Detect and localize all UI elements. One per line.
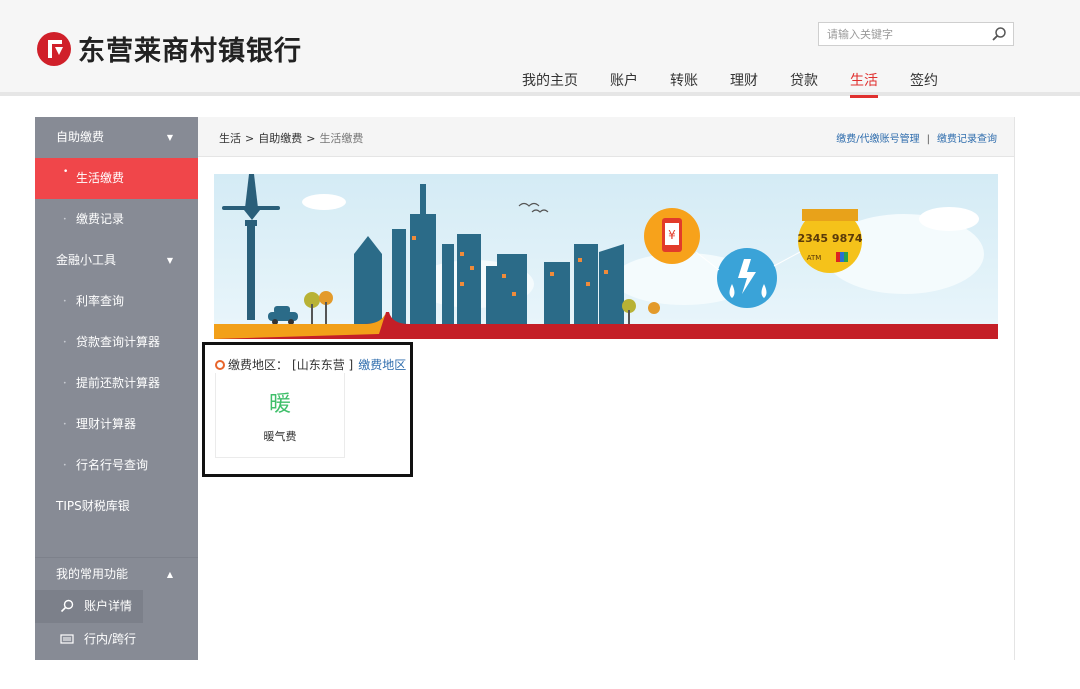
caret-down-icon: ▼ xyxy=(166,133,173,142)
heating-fee-label: 暖气费 xyxy=(263,430,297,443)
bank-logo[interactable]: 东营莱商村镇银行 xyxy=(36,29,302,68)
region-label: 缴费地区： xyxy=(228,358,289,372)
caret-up-icon: ▲ xyxy=(166,570,173,579)
sidebar-link-label: 行内/跨行转账 xyxy=(84,632,137,679)
nav-home[interactable]: 我的主页 xyxy=(506,62,594,98)
sidebar-item-payment-records[interactable]: 缴费记录 xyxy=(35,199,198,240)
link-divider: | xyxy=(926,134,930,145)
search-input[interactable] xyxy=(819,23,985,46)
top-links: 缴费/代缴账号管理 | 缴费记录查询 xyxy=(836,130,997,145)
nav-contract[interactable]: 签约 xyxy=(894,62,954,98)
bank-name: 东营莱商村镇银行 xyxy=(78,36,302,67)
sidebar-group-self-payment[interactable]: 自助缴费 ▼ xyxy=(35,117,198,158)
heating-icon: 暖 xyxy=(268,392,291,417)
link-account-management[interactable]: 缴费/代缴账号管理 xyxy=(836,134,919,145)
change-region-link[interactable]: 缴费地区 xyxy=(358,356,406,373)
nav-transfer[interactable]: 转账 xyxy=(654,62,714,98)
sidebar-item-rate-query[interactable]: 利率查询 xyxy=(35,281,198,322)
phone-payment-icon: ¥ xyxy=(644,208,700,264)
airplane-icon xyxy=(222,174,280,220)
sidebar-common-title: 我的常用功能 xyxy=(56,567,129,581)
banner-counter-digits: 2345 9874 xyxy=(797,232,862,245)
life-banner: ¥ 2345 9874 ATM xyxy=(214,174,998,339)
link-record-query[interactable]: 缴费记录查询 xyxy=(937,134,997,145)
breadcrumb-item[interactable]: 生活 xyxy=(219,132,241,145)
svg-text:¥: ¥ xyxy=(668,228,676,242)
payment-region: 缴费地区： [山东东营 ] 缴费地区 xyxy=(215,356,406,373)
search-icon[interactable] xyxy=(991,26,1007,42)
sidebar-item-wealth-calculator[interactable]: 理财计算器 xyxy=(35,404,198,445)
car-icon xyxy=(268,306,298,325)
banner-atm-label: ATM xyxy=(807,254,822,262)
bank-logo-icon xyxy=(37,31,71,66)
header: 东营莱商村镇银行 我的主页 账户 转账 理财 贷款 生活 签约 xyxy=(0,0,1080,98)
nav-account[interactable]: 账户 xyxy=(594,62,654,98)
breadcrumb-current: 生活缴费 xyxy=(319,132,364,145)
sidebar-group-tools[interactable]: 金融小工具 ▼ xyxy=(35,240,198,281)
utilities-icon xyxy=(717,248,777,308)
sidebar-item-tips[interactable]: TIPS财税库银 xyxy=(35,486,198,527)
nav-life[interactable]: 生活 xyxy=(834,62,894,98)
sidebar-group-label: 自助缴费 xyxy=(56,130,105,144)
city-illustration: ¥ 2345 9874 ATM xyxy=(214,174,998,339)
sidebar-link-transfer[interactable]: 行内/跨行转账 xyxy=(35,623,143,679)
sidebar-link-account-details[interactable]: 账户详情 xyxy=(35,590,143,623)
heating-fee-card[interactable]: 暖 暖气费 xyxy=(215,373,345,458)
sidebar-item-loan-calculator[interactable]: 贷款查询计算器 xyxy=(35,322,198,363)
search-box xyxy=(818,22,1014,46)
sidebar-group-label: 金融小工具 xyxy=(56,253,117,267)
sidebar: 自助缴费 ▼ 生活缴费 缴费记录 金融小工具 ▼ 利率查询 贷款查询计算器 提前… xyxy=(35,117,198,679)
main-content: 生活 > 自助缴费 > 生活缴费 缴费/代缴账号管理 | 缴费记录查询 ¥ 23… xyxy=(198,117,1015,660)
sidebar-item-bank-code-query[interactable]: 行名行号查询 xyxy=(35,445,198,486)
region-bullet-icon xyxy=(215,359,225,370)
sidebar-common-functions[interactable]: 我的常用功能 ▲ xyxy=(35,557,198,590)
breadcrumb-sep: > xyxy=(245,132,255,145)
sidebar-item-prepayment-calculator[interactable]: 提前还款计算器 xyxy=(35,363,198,404)
caret-down-icon: ▼ xyxy=(166,256,173,265)
breadcrumb: 生活 > 自助缴费 > 生活缴费 xyxy=(219,130,363,146)
search-icon xyxy=(60,599,74,613)
region-value: [山东东营 ] xyxy=(292,358,354,372)
transfer-icon xyxy=(60,634,74,644)
breadcrumb-bar: 生活 > 自助缴费 > 生活缴费 缴费/代缴账号管理 | 缴费记录查询 xyxy=(198,117,1014,157)
sidebar-link-label: 账户详情 xyxy=(84,599,133,613)
main-nav: 我的主页 账户 转账 理财 贷款 生活 签约 xyxy=(506,62,954,98)
nav-loan[interactable]: 贷款 xyxy=(774,62,834,98)
sidebar-item-life-payment[interactable]: 生活缴费 xyxy=(35,152,198,199)
breadcrumb-sep: > xyxy=(306,132,316,145)
breadcrumb-item[interactable]: 自助缴费 xyxy=(258,132,302,145)
nav-wealth[interactable]: 理财 xyxy=(714,62,774,98)
